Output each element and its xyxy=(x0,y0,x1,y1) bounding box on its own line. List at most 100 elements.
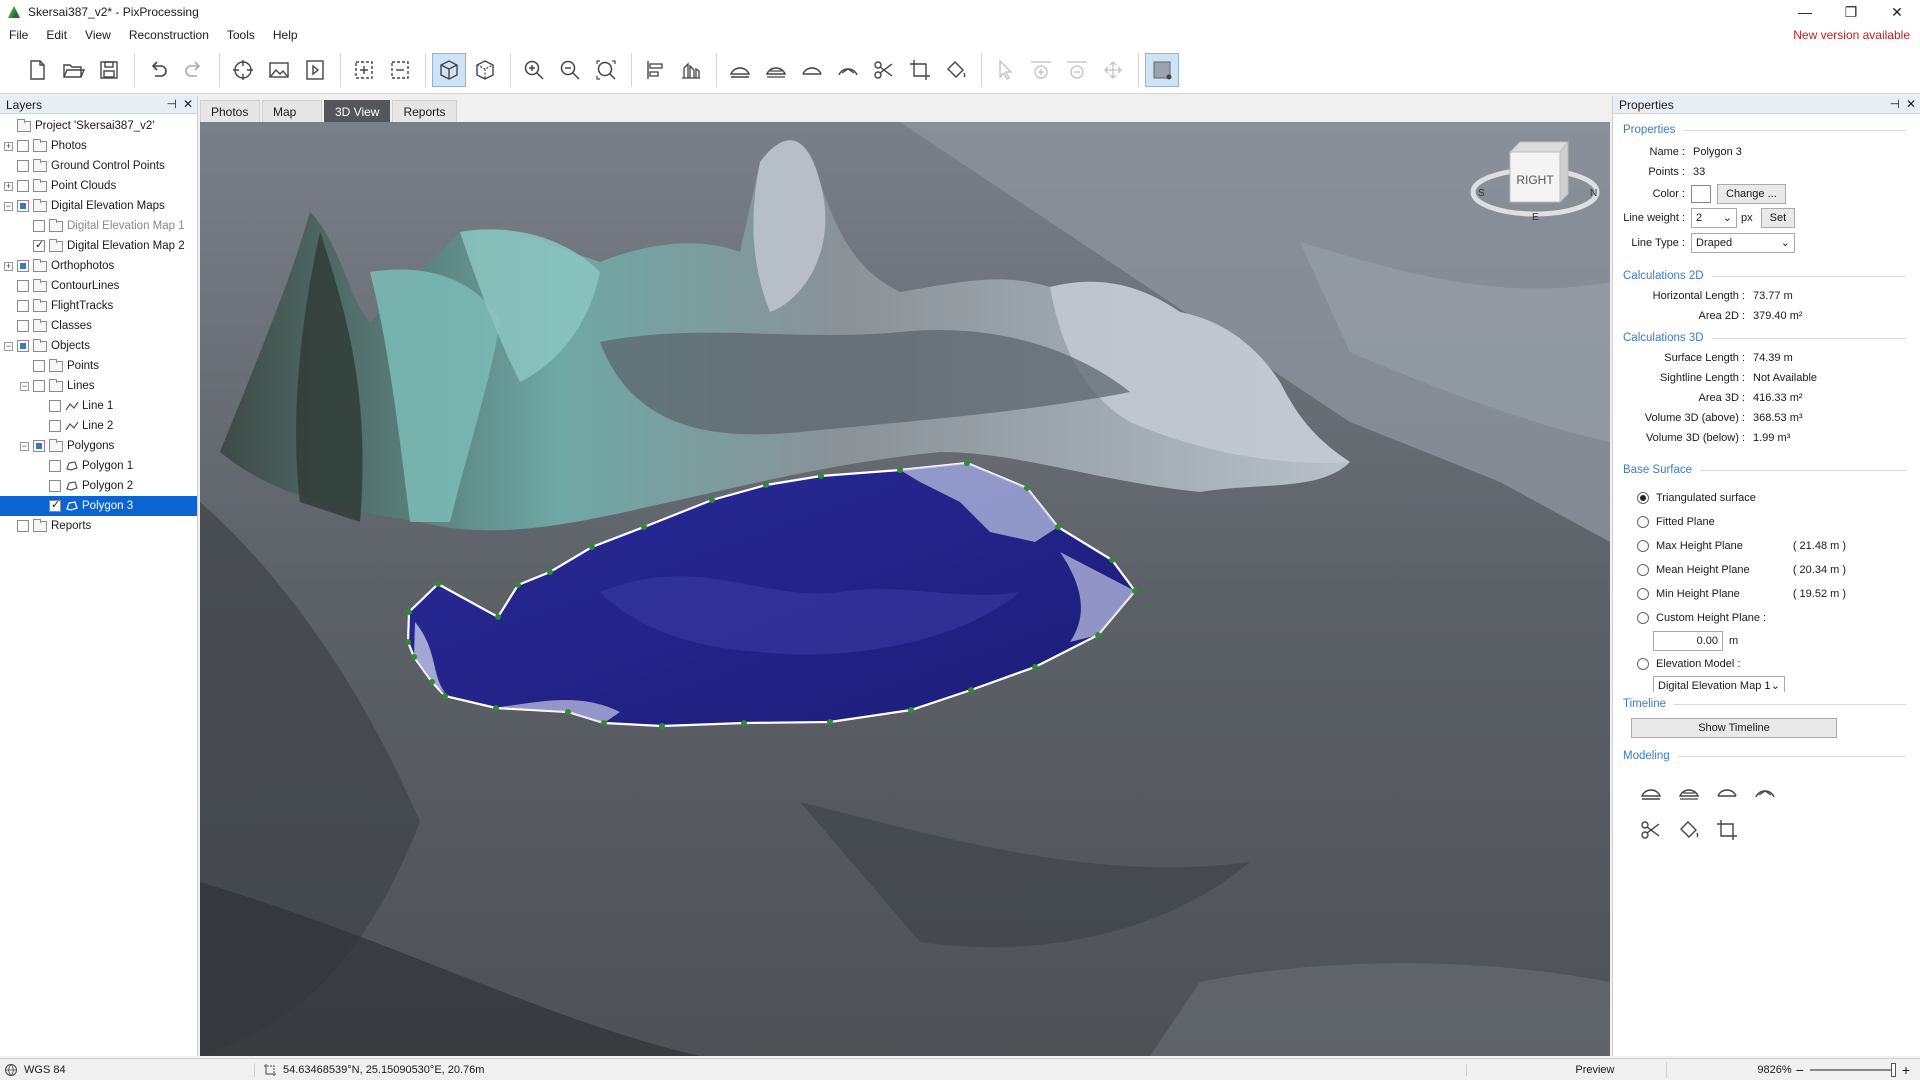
crop-tool-button[interactable] xyxy=(903,53,937,87)
tab-reports[interactable]: Reports xyxy=(392,100,457,122)
layer-item[interactable]: Digital Elevation Map 2 xyxy=(0,236,197,256)
mesh-tool-4-button[interactable] xyxy=(831,53,865,87)
close-window-button[interactable]: ✕ xyxy=(1874,0,1920,24)
layer-visibility-checkbox[interactable] xyxy=(17,160,29,172)
menu-reconstruction[interactable]: Reconstruction xyxy=(120,24,218,46)
layer-visibility-checkbox[interactable] xyxy=(33,380,45,392)
layer-item[interactable]: Polygon 3 xyxy=(0,496,197,516)
menu-file[interactable]: File xyxy=(0,24,37,46)
mesh-tool-1-button[interactable] xyxy=(723,53,757,87)
polygon-vertex[interactable] xyxy=(827,719,833,725)
layer-item[interactable]: Polygon 2 xyxy=(0,476,197,496)
view-3d-solid-button[interactable] xyxy=(432,52,466,87)
radio-button[interactable] xyxy=(1637,516,1649,528)
set-line-weight-button[interactable]: Set xyxy=(1760,208,1796,228)
nav-cube-face-label[interactable]: RIGHT xyxy=(1516,173,1554,187)
save-project-button[interactable] xyxy=(92,53,126,87)
layer-visibility-checkbox[interactable] xyxy=(17,300,29,312)
layer-visibility-checkbox[interactable] xyxy=(49,400,61,412)
restore-button[interactable]: ❐ xyxy=(1828,0,1874,24)
base-option[interactable]: Mean Height Plane ( 20.34 m ) xyxy=(1613,558,1920,582)
layer-visibility-checkbox[interactable] xyxy=(49,480,61,492)
polygon-vertex[interactable] xyxy=(547,569,553,575)
layer-visibility-checkbox[interactable] xyxy=(33,360,45,372)
polygon-vertex[interactable] xyxy=(1109,557,1115,563)
layer-item[interactable]: FlightTracks xyxy=(0,296,197,316)
layer-item[interactable]: Digital Elevation Map 1 xyxy=(0,216,197,236)
image-properties-button[interactable] xyxy=(262,53,296,87)
show-timeline-button[interactable]: Show Timeline xyxy=(1631,718,1837,738)
layer-item[interactable]: + Point Clouds xyxy=(0,176,197,196)
polygon-vertex[interactable] xyxy=(818,473,824,479)
deselect-area-button[interactable] xyxy=(383,53,417,87)
mesh-tool-3-button[interactable] xyxy=(795,53,829,87)
expand-icon[interactable]: + xyxy=(4,181,13,191)
open-project-button[interactable] xyxy=(56,53,90,87)
polygon-vertex[interactable] xyxy=(964,460,970,466)
polygon-vertex[interactable] xyxy=(411,654,417,660)
menu-edit[interactable]: Edit xyxy=(37,24,76,46)
layer-item[interactable]: − Polygons xyxy=(0,436,197,456)
radio-button[interactable] xyxy=(1637,564,1649,576)
select-area-button[interactable] xyxy=(347,53,381,87)
view-3d-wire-button[interactable] xyxy=(468,53,502,87)
polygon-vertex[interactable] xyxy=(1055,524,1061,530)
run-processing-button[interactable] xyxy=(298,53,332,87)
radio-button[interactable] xyxy=(1637,612,1649,624)
polygon-vertex[interactable] xyxy=(1032,664,1038,670)
polygon-vertex[interactable] xyxy=(641,524,647,530)
custom-height-input[interactable]: 0.00 xyxy=(1653,631,1723,651)
layer-visibility-checkbox[interactable] xyxy=(33,220,45,232)
polygon-vertex[interactable] xyxy=(659,723,665,729)
layer-visibility-checkbox[interactable] xyxy=(49,420,61,432)
layer-visibility-checkbox[interactable] xyxy=(17,180,29,192)
layer-item[interactable]: Points xyxy=(0,356,197,376)
close-icon[interactable]: ✕ xyxy=(1906,97,1916,111)
polygon-vertex[interactable] xyxy=(1095,632,1101,638)
layer-visibility-checkbox[interactable] xyxy=(17,280,29,292)
elevation-model-select[interactable]: Digital Elevation Map 1 ⌄ xyxy=(1653,676,1785,692)
layer-item[interactable]: Line 1 xyxy=(0,396,197,416)
remove-vertex-button[interactable] xyxy=(1060,53,1094,87)
minimize-button[interactable]: — xyxy=(1782,0,1828,24)
layer-visibility-checkbox[interactable] xyxy=(17,520,29,532)
menu-view[interactable]: View xyxy=(76,24,120,46)
layer-visibility-checkbox[interactable] xyxy=(17,140,29,152)
polygon-vertex[interactable] xyxy=(515,582,521,588)
move-vertex-button[interactable] xyxy=(1096,53,1130,87)
layer-visibility-checkbox[interactable] xyxy=(33,440,45,452)
gcp-manager-button[interactable] xyxy=(226,53,260,87)
layer-item[interactable]: Reports xyxy=(0,516,197,536)
close-icon[interactable]: ✕ xyxy=(183,97,193,111)
layer-visibility-checkbox[interactable] xyxy=(17,260,29,272)
model-crop-button[interactable] xyxy=(1713,816,1741,844)
model-fill-button[interactable] xyxy=(1675,816,1703,844)
collapse-icon[interactable]: − xyxy=(20,381,29,391)
polygon-vertex[interactable] xyxy=(601,720,607,726)
polygon-vertex[interactable] xyxy=(1132,588,1138,594)
layer-visibility-checkbox[interactable] xyxy=(17,340,29,352)
measure-toggle-button[interactable] xyxy=(1145,52,1179,87)
pin-icon[interactable]: ⊣ xyxy=(1889,97,1899,111)
base-option[interactable]: Fitted Plane xyxy=(1613,510,1920,534)
change-color-button[interactable]: Change ... xyxy=(1717,184,1786,204)
layer-item[interactable]: − Lines xyxy=(0,376,197,396)
layer-item[interactable]: ContourLines xyxy=(0,276,197,296)
polygon-vertex[interactable] xyxy=(1024,485,1030,491)
base-option-elevation-model[interactable]: Elevation Model : xyxy=(1613,652,1920,676)
volume-button[interactable] xyxy=(674,53,708,87)
polygon-vertex[interactable] xyxy=(741,720,747,726)
layer-visibility-checkbox[interactable] xyxy=(33,238,45,252)
pin-icon[interactable]: ⊣ xyxy=(166,97,176,111)
polygon-vertex[interactable] xyxy=(709,497,715,503)
polygon-vertex[interactable] xyxy=(429,679,435,685)
base-option[interactable]: Max Height Plane ( 21.48 m ) xyxy=(1613,534,1920,558)
layer-item[interactable]: Classes xyxy=(0,316,197,336)
polygon-vertex[interactable] xyxy=(763,482,769,488)
color-swatch[interactable] xyxy=(1691,185,1711,203)
line-weight-select[interactable]: 2 ⌄ xyxy=(1691,208,1737,228)
zoom-in-status-button[interactable]: + xyxy=(1902,1062,1910,1078)
base-option[interactable]: Min Height Plane ( 19.52 m ) xyxy=(1613,582,1920,606)
zoom-slider-thumb[interactable] xyxy=(1890,1062,1896,1077)
polygon-vertex[interactable] xyxy=(495,614,501,620)
